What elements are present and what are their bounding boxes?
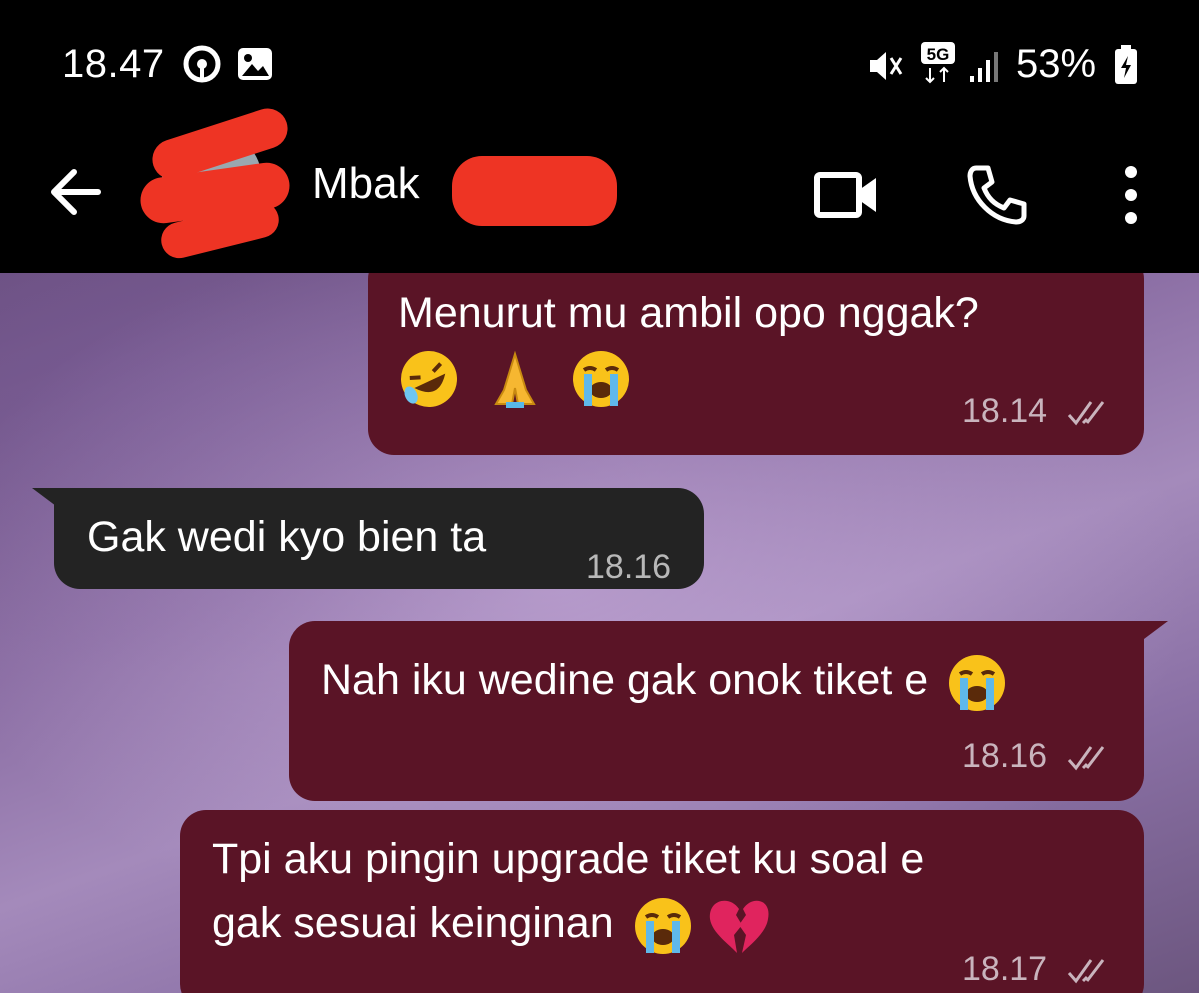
broken-heart-emoji-icon (709, 900, 769, 953)
image-notification-icon (238, 48, 272, 80)
message-text: Menurut mu ambil opo nggak? (398, 289, 979, 337)
read-receipt-icon (1067, 401, 1104, 426)
contact-name[interactable]: Mbak (312, 159, 420, 209)
chat-header: Mbak (0, 103, 1199, 273)
battery-charging-icon (1115, 45, 1137, 84)
message-line: Nah iku wedine gak onok tiket e (321, 651, 1008, 714)
message-bubble-incoming[interactable]: Gak wedi kyo bien ta 18.16 (54, 488, 704, 589)
status-bar: 18.47 5G 53% (0, 0, 1199, 130)
message-text: Tpi aku pingin upgrade tiket ku soal e (212, 835, 925, 883)
status-time: 18.47 (62, 42, 165, 86)
phone-icon[interactable] (962, 160, 1032, 230)
vibrate-mute-icon (870, 52, 903, 80)
loudly-crying-emoji-icon (572, 350, 629, 407)
app-notification-icon (183, 45, 221, 83)
folded-hands-emoji-icon (494, 350, 536, 408)
message-time: 18.14 (962, 392, 1048, 430)
message-time: 18.16 (586, 548, 672, 586)
message-bubble-outgoing[interactable]: Menurut mu ambil opo nggak? 18.14 (368, 273, 1144, 455)
read-receipt-icon (1067, 959, 1104, 984)
video-call-icon[interactable] (812, 160, 882, 230)
svg-text:5G: 5G (927, 45, 950, 64)
back-arrow-icon[interactable] (46, 162, 106, 222)
message-time: 18.17 (962, 950, 1048, 988)
message-bubble-outgoing[interactable]: Nah iku wedine gak onok tiket e 18.16 (289, 621, 1144, 801)
message-meta: 18.17 (962, 940, 1111, 993)
message-text: gak sesuai keinginan (212, 899, 614, 947)
message-meta: 18.16 (962, 727, 1111, 785)
chat-messages-area[interactable]: Menurut mu ambil opo nggak? 18.14 Gak we… (0, 273, 1199, 993)
more-vert-icon[interactable] (1096, 160, 1166, 230)
message-text: Gak wedi kyo bien ta (87, 513, 487, 561)
signal-icon (970, 52, 998, 82)
rolling-laughing-emoji-icon (401, 350, 457, 407)
message-bubble-outgoing[interactable]: Tpi aku pingin upgrade tiket ku soal e g… (180, 810, 1144, 993)
message-text: Nah iku wedine gak onok tiket e (321, 656, 929, 704)
message-meta: 18.14 (962, 382, 1111, 440)
message-emojis (398, 347, 632, 410)
read-receipt-icon (1067, 746, 1104, 771)
network-5g-icon: 5G (921, 42, 955, 84)
message-time: 18.16 (962, 737, 1048, 775)
loudly-crying-emoji-icon (949, 654, 1006, 711)
message-line: gak sesuai keinginan (212, 894, 772, 957)
loudly-crying-emoji-icon (634, 897, 691, 954)
redaction-mark (452, 156, 617, 226)
battery-percent: 53% (1016, 42, 1097, 86)
